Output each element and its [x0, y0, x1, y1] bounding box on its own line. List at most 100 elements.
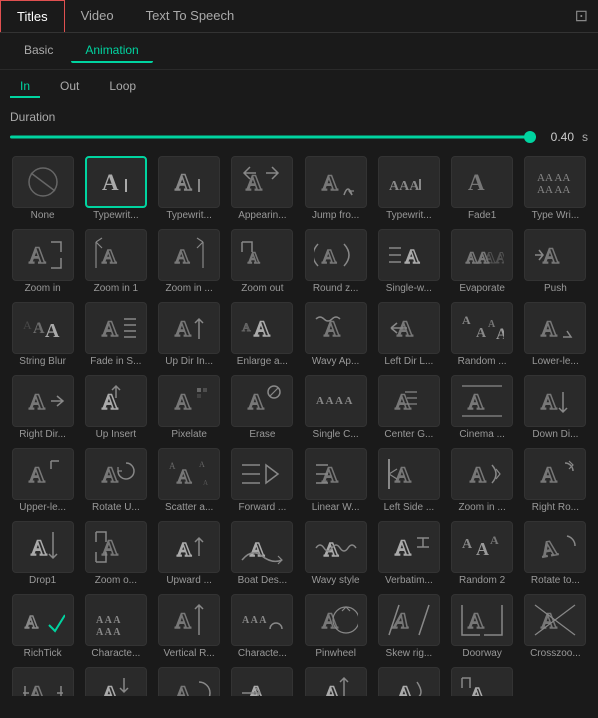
anim-item-typewrite2[interactable]: AA AAAA AAType Wri... — [521, 154, 590, 223]
svg-text:A: A — [462, 537, 473, 552]
anim-item-stretcht[interactable]: AStretch t... — [301, 665, 370, 696]
anim-item-bouncet[interactable]: ABounce t... — [374, 665, 443, 696]
anim-label-updirin: Up Dir In... — [158, 356, 220, 367]
anim-item-drop1[interactable]: ADrop1 — [8, 519, 77, 588]
anim-item-character[interactable]: A A AA A ACharacte... — [81, 592, 150, 661]
anim-item-lowerle[interactable]: ALower-le... — [521, 300, 590, 369]
anim-item-fade1[interactable]: AFade1 — [448, 154, 517, 223]
anim-item-stretchii[interactable]: AStretch i... — [448, 665, 517, 696]
tab-out[interactable]: Out — [50, 76, 89, 98]
anim-item-scatter[interactable]: AAAAScatter a... — [155, 446, 224, 515]
anim-item-roundzoom[interactable]: ARound z... — [301, 227, 370, 296]
anim-item-rotateto[interactable]: ARotate to... — [521, 519, 590, 588]
anim-item-wavystyle[interactable]: AWavy style — [301, 519, 370, 588]
anim-item-singlec[interactable]: A A A ASingle C... — [301, 373, 370, 442]
anim-label-downdi: Down Di... — [524, 429, 586, 440]
anim-item-enlarge[interactable]: AAEnlarge a... — [228, 300, 297, 369]
anim-item-evaporate[interactable]: AAAAEvaporate — [448, 227, 517, 296]
tab-loop[interactable]: Loop — [99, 76, 146, 98]
anim-item-cinema[interactable]: ACinema ... — [448, 373, 517, 442]
anim-item-none[interactable]: None — [8, 154, 77, 223]
svg-text:A: A — [324, 681, 340, 696]
anim-item-crosszoo[interactable]: A Crosszoo... — [521, 592, 590, 661]
anim-label-scatter: Scatter a... — [158, 502, 220, 513]
anim-item-doorway[interactable]: ADoorway — [448, 592, 517, 661]
duration-slider[interactable] — [10, 134, 536, 140]
anim-item-character2[interactable]: A A ACharacte... — [228, 592, 297, 661]
anim-item-richtick[interactable]: ARichTick — [8, 592, 77, 661]
anim-item-clockwise[interactable]: AClockwis... — [155, 665, 224, 696]
anim-item-downdi[interactable]: ADown Di... — [521, 373, 590, 442]
anim-item-random2[interactable]: AAARandom 2 — [448, 519, 517, 588]
svg-text:A: A — [395, 535, 411, 560]
anim-item-skewright[interactable]: ASkew rig... — [374, 592, 443, 661]
anim-item-appearing[interactable]: AAppearin... — [228, 154, 297, 223]
anim-item-moveto[interactable]: AMove to ... — [228, 665, 297, 696]
anim-item-fadeins[interactable]: AFade in S... — [81, 300, 150, 369]
anim-item-rightdir[interactable]: ARight Dir... — [8, 373, 77, 442]
anim-thumb-enlarge: AA — [231, 302, 293, 354]
slider-thumb[interactable] — [524, 131, 536, 143]
anim-thumb-drop1: A — [12, 521, 74, 573]
anim-item-verticalr[interactable]: AVertical R... — [155, 592, 224, 661]
svg-text:A: A — [203, 479, 208, 487]
anim-item-upward[interactable]: AUpward ... — [155, 519, 224, 588]
duration-label: Duration — [10, 110, 588, 124]
anim-item-boatdes[interactable]: ABoat Des... — [228, 519, 297, 588]
anim-item-typewriter[interactable]: ATypewrit... — [81, 154, 150, 223]
anim-item-zoomin1[interactable]: AZoom in 1 — [81, 227, 150, 296]
tab-video[interactable]: Video — [65, 0, 130, 32]
anim-thumb-zoomin: A — [12, 229, 74, 281]
anim-label-roundzoom: Round z... — [305, 283, 367, 294]
anim-thumb-crosszoo: A — [524, 594, 586, 646]
anim-item-zoomin[interactable]: AZoom in — [8, 227, 77, 296]
anim-label-forward: Forward ... — [231, 502, 293, 513]
anim-thumb-typewriter: A — [85, 156, 147, 208]
anim-label-crosszoo: Crosszoo... — [524, 648, 586, 659]
anim-item-leftdir[interactable]: ALeft Dir L... — [374, 300, 443, 369]
svg-text:A A A: A A A — [96, 627, 121, 638]
anim-item-updirin[interactable]: AUp Dir In... — [155, 300, 224, 369]
anim-item-random[interactable]: AAAA Random ... — [448, 300, 517, 369]
anim-thumb-boatdes: A — [231, 521, 293, 573]
anim-item-linearw[interactable]: ALinear W... — [301, 446, 370, 515]
anim-item-rightro[interactable]: ARight Ro... — [521, 446, 590, 515]
tab-basic[interactable]: Basic — [10, 39, 67, 63]
anim-thumb-wavystyle: A — [305, 521, 367, 573]
anim-item-zoomo[interactable]: AZoom o... — [81, 519, 150, 588]
tab-in[interactable]: In — [10, 76, 40, 98]
expand-icon[interactable]: ⊡ — [565, 0, 598, 32]
anim-item-jumpfrom[interactable]: AJump fro... — [301, 154, 370, 223]
anim-item-typewriter2[interactable]: ATypewrit... — [155, 154, 224, 223]
anim-thumb-bouncet: A — [378, 667, 440, 696]
anim-item-upperle[interactable]: AUpper-le... — [8, 446, 77, 515]
anim-item-pinwheel[interactable]: APinwheel — [301, 592, 370, 661]
anim-item-downin[interactable]: ADown In - — [81, 665, 150, 696]
anim-item-rotateu[interactable]: ARotate U... — [81, 446, 150, 515]
anim-item-typewriter3[interactable]: AAATypewrit... — [374, 154, 443, 223]
anim-item-centerg[interactable]: ACenter G... — [374, 373, 443, 442]
anim-item-leftside[interactable]: ALeft Side ... — [374, 446, 443, 515]
anim-item-zoominx[interactable]: AZoom in ... — [448, 446, 517, 515]
tab-animation[interactable]: Animation — [71, 39, 152, 63]
anim-label-zoominx: Zoom in ... — [451, 502, 513, 513]
anim-thumb-skewright: A — [378, 594, 440, 646]
tab-tts[interactable]: Text To Speech — [130, 0, 251, 32]
anim-item-erase[interactable]: AErase — [228, 373, 297, 442]
anim-item-zoomout[interactable]: AZoom out — [228, 227, 297, 296]
anim-thumb-leftside: A — [378, 448, 440, 500]
tab-titles[interactable]: Titles — [0, 0, 65, 32]
anim-item-forward[interactable]: Forward ... — [228, 446, 297, 515]
anim-item-verbatim[interactable]: AVerbatim... — [374, 519, 443, 588]
anim-item-stringblur[interactable]: AAAString Blur — [8, 300, 77, 369]
anim-item-stretchi[interactable]: AStretch i... — [8, 665, 77, 696]
anim-thumb-random: AAAA — [451, 302, 513, 354]
anim-item-upinsert[interactable]: AUp Insert — [81, 373, 150, 442]
svg-text:A: A — [242, 320, 251, 334]
anim-item-push[interactable]: APush — [521, 227, 590, 296]
anim-item-zoomin2[interactable]: AZoom in ... — [155, 227, 224, 296]
anim-item-pixelate[interactable]: APixelate — [155, 373, 224, 442]
anim-label-random: Random ... — [451, 356, 513, 367]
anim-item-singleword[interactable]: ASingle-w... — [374, 227, 443, 296]
anim-item-wavyap[interactable]: AWavy Ap... — [301, 300, 370, 369]
